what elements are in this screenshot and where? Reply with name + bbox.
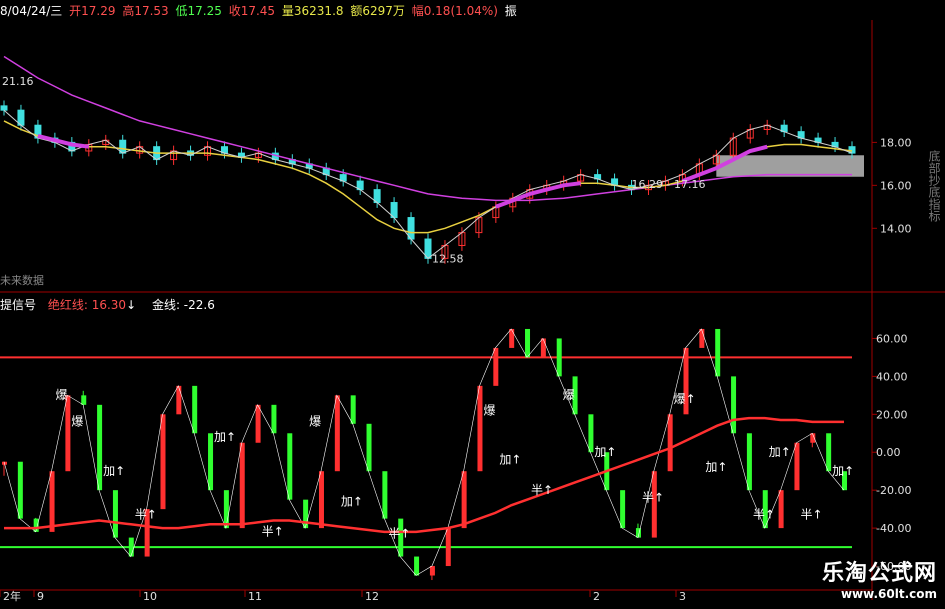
signal-marker: 半↑ bbox=[135, 508, 157, 522]
indicator-line1-label: 绝红线: 16.30 bbox=[47, 298, 127, 312]
signal-marker: 半↑ bbox=[262, 525, 284, 539]
signal-marker: 加↑ bbox=[103, 464, 125, 478]
range-mark-label: 16.29 - 17.16 bbox=[632, 178, 706, 191]
indicator-header: 提信号 绝红线: 16.30↓ 金线: -22.6 bbox=[0, 296, 215, 313]
signal-marker: 爆 bbox=[71, 415, 83, 429]
signal-marker: 加↑ bbox=[214, 430, 236, 444]
x-tick-label: 9 bbox=[37, 590, 44, 603]
x-tick-label: 3 bbox=[679, 590, 686, 603]
indicator-tick-label: 60.00 bbox=[876, 332, 908, 345]
x-tick-label: 2年 bbox=[3, 589, 21, 603]
signal-marker: 半↑ bbox=[531, 483, 553, 497]
signal-marker: 爆↑ bbox=[674, 392, 696, 406]
left-value-label: 21.16 bbox=[2, 75, 34, 88]
signal-marker: 半↑ bbox=[753, 508, 775, 522]
signal-marker: 加↑ bbox=[705, 460, 727, 474]
signal-marker: 爆 bbox=[483, 403, 495, 417]
signal-marker: 半↑ bbox=[800, 508, 822, 522]
watermark-url: www.60lt.com bbox=[840, 587, 937, 601]
indicator-tick-label: 20.00 bbox=[876, 408, 908, 421]
price-tick-label: 18.00 bbox=[880, 136, 912, 149]
price-tick-label: 14.00 bbox=[880, 222, 912, 235]
signal-marker: 加↑ bbox=[832, 464, 854, 478]
down-arrow-icon: ↓ bbox=[126, 298, 137, 312]
signal-marker: 半↑ bbox=[642, 491, 664, 505]
indicator-panel: 爆爆加↑半↑加↑半↑爆加↑半↑爆加↑半↑爆加↑半↑爆↑加↑半↑加↑半↑加↑ bbox=[0, 328, 854, 581]
future-data-label: 未来数据 bbox=[0, 274, 44, 287]
x-tick-label: 10 bbox=[143, 590, 157, 603]
signal-red-line bbox=[4, 416, 844, 534]
trend-highlight-segment bbox=[495, 181, 581, 209]
candle-body bbox=[0, 105, 8, 111]
indicator-tick-label: -40.00 bbox=[876, 522, 911, 535]
x-tick-label: 11 bbox=[248, 590, 262, 603]
x-tick-label: 2 bbox=[593, 590, 600, 603]
trend-highlight-segment bbox=[37, 133, 90, 149]
signal-marker: 加↑ bbox=[341, 494, 363, 508]
signal-marker: 半↑ bbox=[388, 527, 410, 541]
price-panel: 21.16 12.58 16.29 - 17.16 bbox=[0, 55, 864, 265]
ma-purple-line bbox=[3, 55, 852, 202]
signal-marker: 加↑ bbox=[499, 453, 521, 467]
price-tick-label: 16.00 bbox=[880, 179, 912, 192]
signal-marker: 爆 bbox=[309, 415, 321, 429]
indicator-tick-label: 0.00 bbox=[876, 446, 901, 459]
indicator-title: 提信号 bbox=[0, 298, 37, 312]
signal-marker: 爆 bbox=[563, 388, 575, 402]
indicator-tick-label: -20.00 bbox=[876, 484, 911, 497]
x-tick-label: 12 bbox=[365, 590, 379, 603]
stock-chart-window: { "header": { "date": "8/04/24/三", "open… bbox=[0, 0, 945, 609]
signal-marker: 爆 bbox=[56, 388, 68, 402]
indicator-tick-label: 40.00 bbox=[876, 370, 908, 383]
oscillator-bar bbox=[160, 414, 166, 510]
watermark-title: 乐淘公式网 bbox=[821, 561, 937, 586]
signal-marker: 加↑ bbox=[769, 445, 791, 459]
signal-marker: 加↑ bbox=[594, 445, 616, 459]
low-mark-label: 12.58 bbox=[432, 252, 464, 265]
right-side-text: 底部抄底指标 bbox=[927, 149, 941, 222]
axis-labels: 18.00 16.00 14.00 底部抄底指标 60.00 40.00 20.00 0.00… bbox=[0, 136, 941, 603]
watermark: 乐淘公式网 www.60lt.com bbox=[822, 555, 937, 601]
indicator-line2-label: 金线: -22.6 bbox=[151, 298, 215, 312]
